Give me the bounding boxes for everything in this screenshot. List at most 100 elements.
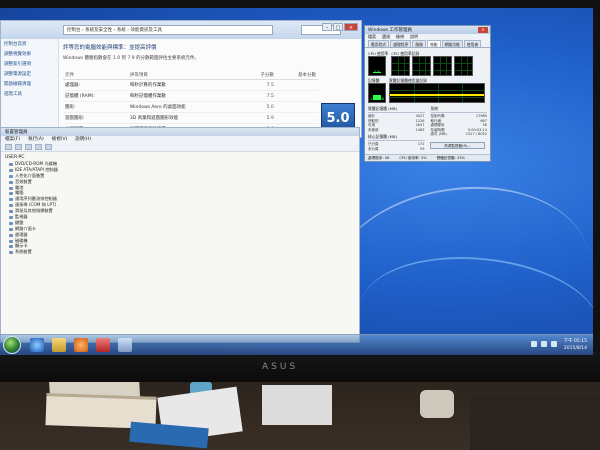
status-memory: 實體記憶體: 33% xyxy=(436,156,465,160)
tab-services[interactable]: 服務 xyxy=(412,40,426,47)
file-explorer-icon[interactable] xyxy=(52,338,66,352)
table-row: 遊戲圖形: 3D 商業和遊戲圖形效能 5.9 xyxy=(63,112,318,124)
memory-graphs: 記憶體 1.34 GB 實體記憶體使用量記錄 xyxy=(368,78,487,103)
detail-cell: 每秒計算的作業數 xyxy=(127,79,243,91)
flag-icon[interactable] xyxy=(551,341,557,347)
window-controls: – □ × xyxy=(322,23,358,31)
table-row: 圖形: Windows Aero 的桌面效能 5.0 xyxy=(63,101,318,113)
cpu-core-graph xyxy=(412,56,432,76)
cpu-usage-meter: 3 % xyxy=(368,56,386,76)
clock[interactable]: 下午 05:15 2015/8/14 xyxy=(564,338,587,352)
start-button[interactable] xyxy=(3,336,21,354)
help-icon[interactable] xyxy=(35,144,42,150)
task-manager-title: Windows 工作管理員 xyxy=(368,28,413,33)
maximize-button[interactable]: □ xyxy=(333,23,343,31)
monitor-bezel-bottom xyxy=(0,352,600,382)
properties-icon[interactable] xyxy=(25,144,32,150)
sidebar-item-indexing[interactable]: 調整索引選項 xyxy=(1,59,58,69)
sidebar-item-disk-cleanup[interactable]: 開啟磁碟清理 xyxy=(1,79,58,89)
sidebar-item-advanced-tools[interactable]: 進階工具 xyxy=(1,89,58,99)
score-table: 元件 評等項目 子分數 基本分數 處理器: 每秒計算的作業數 7.5 記憶體 (RA… xyxy=(63,71,318,135)
memory-usage-value: 1.34 GB xyxy=(369,97,385,101)
address-bar[interactable]: 控制台 › 系統及安全性 › 系統 › 效能資訊及工具 xyxy=(63,25,273,35)
cpu-core-graph xyxy=(391,56,411,76)
tab-performance[interactable]: 效能 xyxy=(426,40,441,47)
minimize-button[interactable]: – xyxy=(322,23,332,31)
close-button[interactable]: × xyxy=(478,27,488,33)
device-manager-menubar: 檔案(F) 執行(A) 檢視(V) 說明(H) xyxy=(1,136,359,143)
tab-applications[interactable]: 應用程式 xyxy=(368,40,390,47)
component-cell: 圖形: xyxy=(63,101,128,113)
scan-hardware-icon[interactable] xyxy=(45,144,52,150)
column-header: 子分數 xyxy=(242,71,276,80)
taskbar: 下午 05:15 2015/8/14 xyxy=(0,334,593,355)
internet-explorer-icon[interactable] xyxy=(30,338,44,352)
page-title: 評等您的電腦效能與標準：並提高評價 xyxy=(63,45,157,51)
task-manager-titlebar[interactable]: Windows 工作管理員 × xyxy=(365,26,490,34)
clock-time: 下午 05:15 xyxy=(563,339,587,344)
sidebar: 控制台首頁 調整視覺效果 調整索引選項 調整電源設定 開啟磁碟清理 進階工具 xyxy=(1,39,59,137)
sidebar-item-visual-effects[interactable]: 調整視覺效果 xyxy=(1,49,58,59)
photo-scene: ASUS 控制台 › 系統及安全性 › 系統 › 效能資訊及工具 – □ × 控… xyxy=(0,0,600,450)
physical-memory-stats: 實體記憶體 (MB) 總計 4027 快取的 1226 可用 2647 未使用 1465… xyxy=(368,106,425,152)
task-manager-tabs: 應用程式 處理程序 服務 效能 網路功能 使用者 xyxy=(365,40,490,48)
forward-icon[interactable] xyxy=(15,144,22,150)
column-header: 元件 xyxy=(63,71,128,80)
menu-view[interactable]: 檢視(V) xyxy=(52,136,68,143)
component-cell: 記憶體 (RAM): xyxy=(63,90,128,102)
column-header: 評等項目 xyxy=(127,71,243,80)
cpu-core-graph xyxy=(454,56,474,76)
desk-phone xyxy=(420,390,454,418)
memory-history-line xyxy=(390,93,484,96)
tab-processes[interactable]: 處理程序 xyxy=(390,40,412,47)
sidebar-item-home[interactable]: 控制台首頁 xyxy=(1,39,58,49)
table-header-row: 元件 評等項目 子分數 基本分數 xyxy=(63,71,318,80)
tab-networking[interactable]: 網路功能 xyxy=(441,40,463,47)
performance-panel: CPU 使用率 3 % CPU 使用率記錄 記憶體 1.34 GB 實體記憶體使… xyxy=(365,48,490,155)
back-icon[interactable] xyxy=(5,144,12,150)
control-panel-taskbar-icon[interactable] xyxy=(118,338,132,352)
device-manager-window[interactable]: 裝置管理員 檔案(F) 執行(A) 檢視(V) 說明(H) USER-PC DV… xyxy=(0,127,360,343)
status-processes: 處理程序: 56 xyxy=(368,156,390,160)
menu-file[interactable]: 檔案(F) xyxy=(5,136,20,143)
app-icon-red[interactable] xyxy=(96,338,110,352)
sidebar-item-power[interactable]: 調整電源設定 xyxy=(1,69,58,79)
resource-monitor-button[interactable]: 資源監視器(R)... xyxy=(430,142,485,149)
performance-content: 評等您的電腦效能與標準：並提高評價 Windows 體驗指數會在 1.0 到 7… xyxy=(63,43,359,140)
cpu-core-graph xyxy=(433,56,453,76)
score-cell: 5.9 xyxy=(242,112,276,124)
task-manager-window[interactable]: Windows 工作管理員 × 檔案 選項 檢視 說明 應用程式 處理程序 服務… xyxy=(364,25,491,162)
stat-line: 認可 (MB) 1527 / 8052 xyxy=(430,132,488,137)
detail-cell: 每秒記憶體作業數 xyxy=(127,90,243,102)
component-cell: 處理器: xyxy=(63,79,128,91)
system-tray xyxy=(531,341,557,347)
desk-box xyxy=(262,385,332,425)
clock-date: 2015/8/14 xyxy=(563,346,587,351)
stat-line: 未使用 1465 xyxy=(368,127,425,132)
tab-users[interactable]: 使用者 xyxy=(463,40,482,47)
cpu-usage-value: 3 % xyxy=(373,70,381,74)
score-cell: 5.0 xyxy=(242,101,276,113)
desk-cables xyxy=(470,395,600,450)
performance-window-titlebar[interactable]: 控制台 › 系統及安全性 › 系統 › 效能資訊及工具 – □ × xyxy=(1,21,361,39)
stat-line: 未分頁 59 xyxy=(368,146,425,151)
close-button[interactable]: × xyxy=(344,23,358,31)
column-header: 基本分數 xyxy=(275,71,318,80)
device-manager-toolbar xyxy=(1,143,359,152)
score-cell: 7.5 xyxy=(242,79,276,91)
table-row: 處理器: 每秒計算的作業數 7.5 xyxy=(63,79,318,91)
menu-action[interactable]: 執行(A) xyxy=(28,136,44,143)
monitor-brand-logo: ASUS xyxy=(262,362,299,372)
device-tree: USER-PC DVD/CD-ROM 光碟機 IDE ATA/ATAPI 控制器… xyxy=(1,152,359,258)
component-cell: 遊戲圖形: xyxy=(63,112,128,124)
cpu-history-graphs xyxy=(391,56,474,76)
menu-help[interactable]: 說明(H) xyxy=(75,136,91,143)
performance-window[interactable]: 控制台 › 系統及安全性 › 系統 › 效能資訊及工具 – □ × 控制台首頁 … xyxy=(0,20,362,140)
volume-icon[interactable] xyxy=(541,341,547,347)
network-icon[interactable] xyxy=(531,341,537,347)
memory-meter: 1.34 GB xyxy=(368,83,386,103)
media-player-icon[interactable] xyxy=(74,338,88,352)
table-row: 記憶體 (RAM): 每秒記憶體作業數 7.5 xyxy=(63,90,318,102)
device-manager-title[interactable]: 裝置管理員 xyxy=(1,128,359,136)
tree-node[interactable]: 系統裝置 xyxy=(5,249,355,255)
